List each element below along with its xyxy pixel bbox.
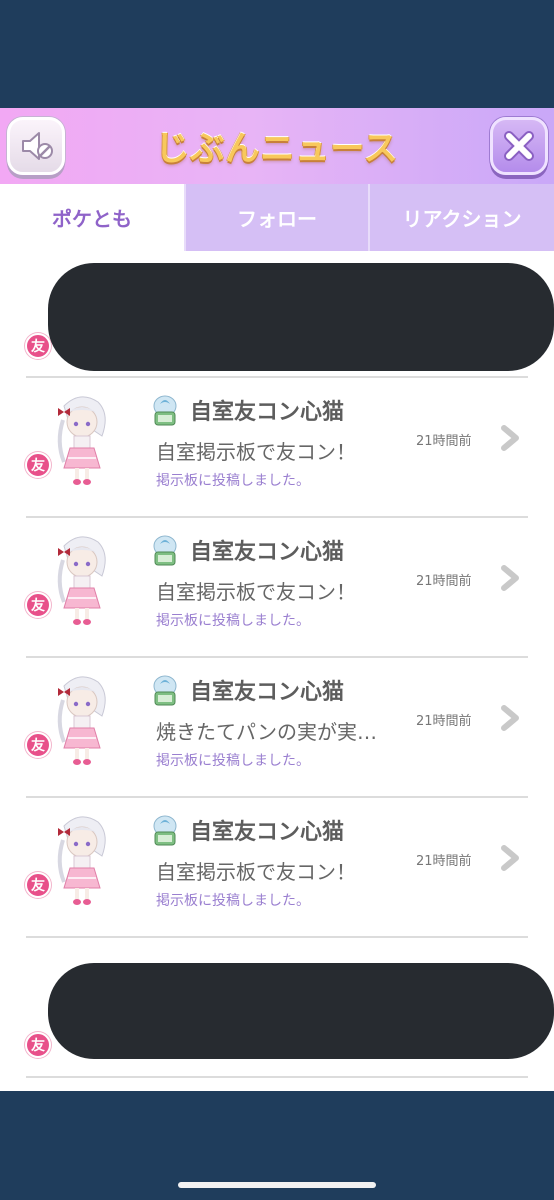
page-title: じぶんニュース bbox=[155, 128, 399, 169]
news-message: 自室掲示板で友コン！ bbox=[156, 440, 356, 464]
list-item[interactable]: 友 自室友コン心猫 自室掲示板で友コン！ 掲示板に投稿しました。 21時間前 bbox=[0, 798, 554, 938]
room-icon bbox=[153, 675, 177, 706]
chevron-right-icon[interactable] bbox=[498, 844, 522, 872]
news-timestamp: 21時間前 bbox=[416, 854, 472, 869]
friend-badge: 友 bbox=[25, 452, 51, 478]
chevron-right-icon[interactable] bbox=[498, 424, 522, 452]
redaction-block bbox=[48, 963, 554, 1059]
avatar bbox=[57, 396, 106, 485]
redaction-block bbox=[48, 263, 554, 371]
sender-name: 自室友コン心猫 bbox=[190, 820, 345, 845]
tab-pokemates[interactable]: ポケとも bbox=[0, 184, 184, 251]
room-icon bbox=[153, 815, 177, 846]
tab-reaction[interactable]: リアクション bbox=[370, 184, 554, 251]
news-message: 自室掲示板で友コン！ bbox=[156, 580, 356, 604]
room-icon bbox=[153, 535, 177, 566]
news-subtext: 掲示板に投稿しました。 bbox=[156, 473, 310, 489]
sender-name: 自室友コン心猫 bbox=[190, 400, 345, 425]
row-divider bbox=[26, 1076, 528, 1078]
home-indicator[interactable] bbox=[178, 1182, 376, 1188]
list-item[interactable]: 友 自室友コン心猫 自室掲示板で友コン！ 掲示板に投稿しました。 21時間前 bbox=[0, 518, 554, 658]
friend-badge: 友 bbox=[25, 592, 51, 618]
close-button[interactable] bbox=[490, 117, 548, 175]
list-item-redacted[interactable]: 友 bbox=[0, 251, 554, 391]
header-bar: じぶんニュース bbox=[0, 108, 554, 184]
sender-name: 自室友コン心猫 bbox=[190, 680, 345, 705]
news-message: 焼きたてパンの実が実… bbox=[156, 720, 377, 744]
news-message: 自室掲示板で友コン！ bbox=[156, 860, 356, 884]
news-timestamp: 21時間前 bbox=[416, 434, 472, 449]
news-subtext: 掲示板に投稿しました。 bbox=[156, 613, 310, 629]
friend-badge: 友 bbox=[25, 333, 51, 359]
list-item[interactable]: 友 自室友コン心猫 焼きたてパンの実が実… 掲示板に投稿しました。 21時間前 bbox=[0, 658, 554, 798]
chevron-right-icon[interactable] bbox=[498, 564, 522, 592]
news-list: 友 友 自室友コン心猫 自室掲示板で友コン！ 掲示板に投稿しました。 21時間前… bbox=[0, 251, 554, 1091]
friend-badge: 友 bbox=[25, 1032, 51, 1058]
tab-follow[interactable]: フォロー bbox=[186, 184, 368, 251]
list-item[interactable]: 友 自室友コン心猫 自室掲示板で友コン！ 掲示板に投稿しました。 21時間前 bbox=[0, 378, 554, 518]
avatar bbox=[57, 676, 106, 765]
friend-badge: 友 bbox=[25, 732, 51, 758]
news-timestamp: 21時間前 bbox=[416, 574, 472, 589]
news-subtext: 掲示板に投稿しました。 bbox=[156, 753, 310, 769]
friend-badge: 友 bbox=[25, 872, 51, 898]
news-tabs: ポケとも フォロー リアクション bbox=[0, 184, 554, 251]
avatar bbox=[57, 536, 106, 625]
close-icon bbox=[504, 131, 534, 161]
list-item-redacted[interactable]: 友 bbox=[0, 938, 554, 1078]
speaker-mute-icon bbox=[22, 132, 53, 160]
avatar bbox=[57, 816, 106, 905]
news-timestamp: 21時間前 bbox=[416, 714, 472, 729]
app-screen: じぶんニュース ポケとも フォロー リアクション 友 友 自室友コン心猫 自室掲… bbox=[0, 0, 554, 1200]
mute-button[interactable] bbox=[7, 117, 65, 175]
room-icon bbox=[153, 395, 177, 426]
chevron-right-icon[interactable] bbox=[498, 704, 522, 732]
sender-name: 自室友コン心猫 bbox=[190, 540, 345, 565]
news-subtext: 掲示板に投稿しました。 bbox=[156, 893, 310, 909]
